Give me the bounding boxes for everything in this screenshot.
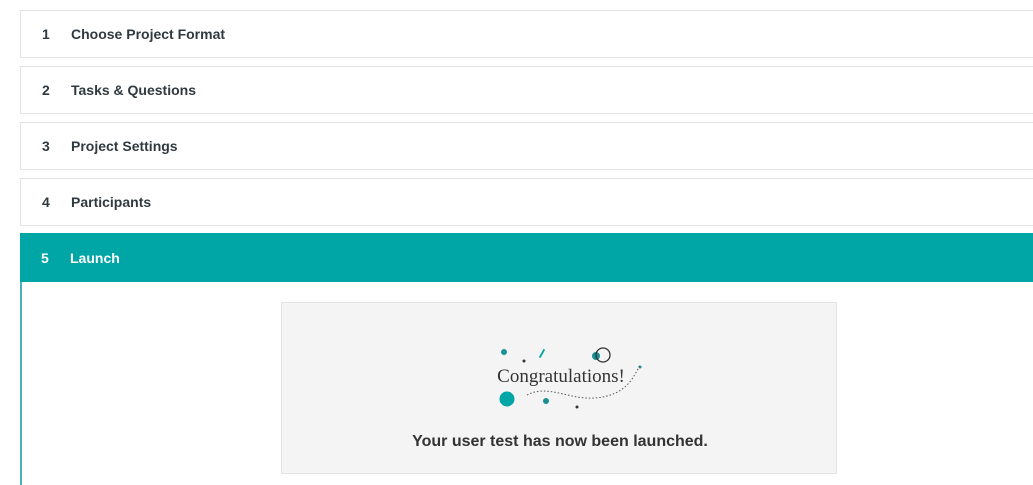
step-label: Participants <box>71 194 152 210</box>
step-number: 1 <box>42 26 50 42</box>
step-number: 5 <box>41 249 49 266</box>
confetti-dot-icon <box>543 398 549 404</box>
confetti-dot-icon <box>499 391 515 407</box>
confetti-dot-icon <box>575 405 579 409</box>
confetti-streak-icon <box>539 349 545 358</box>
launch-success-message: Your user test has now been launched. <box>412 433 708 450</box>
step-number: 4 <box>42 194 50 210</box>
launch-success-card: Congratulations! Your user test has now … <box>281 302 837 474</box>
step-project-settings[interactable]: 3 Project Settings <box>20 122 1033 170</box>
step-participants[interactable]: 4 Participants <box>20 178 1033 226</box>
step-number: 3 <box>42 138 50 154</box>
step-launch[interactable]: 5 Launch <box>20 233 1033 282</box>
step-label: Tasks & Questions <box>71 82 197 98</box>
congratulations-text: Congratulations! <box>497 366 625 387</box>
step-label: Project Settings <box>71 138 178 154</box>
step-label: Launch <box>70 249 120 266</box>
confetti-dot-icon <box>501 349 507 355</box>
step-label: Choose Project Format <box>71 26 226 42</box>
step-choose-project-format[interactable]: 1 Choose Project Format <box>20 10 1033 58</box>
congratulations-illustration: Congratulations! <box>497 347 642 409</box>
confetti-dot-icon <box>522 359 526 363</box>
step-tasks-questions[interactable]: 2 Tasks & Questions <box>20 66 1033 114</box>
project-wizard: 1 Choose Project Format 2 Tasks & Questi… <box>0 0 1033 485</box>
step-number: 2 <box>42 82 50 98</box>
